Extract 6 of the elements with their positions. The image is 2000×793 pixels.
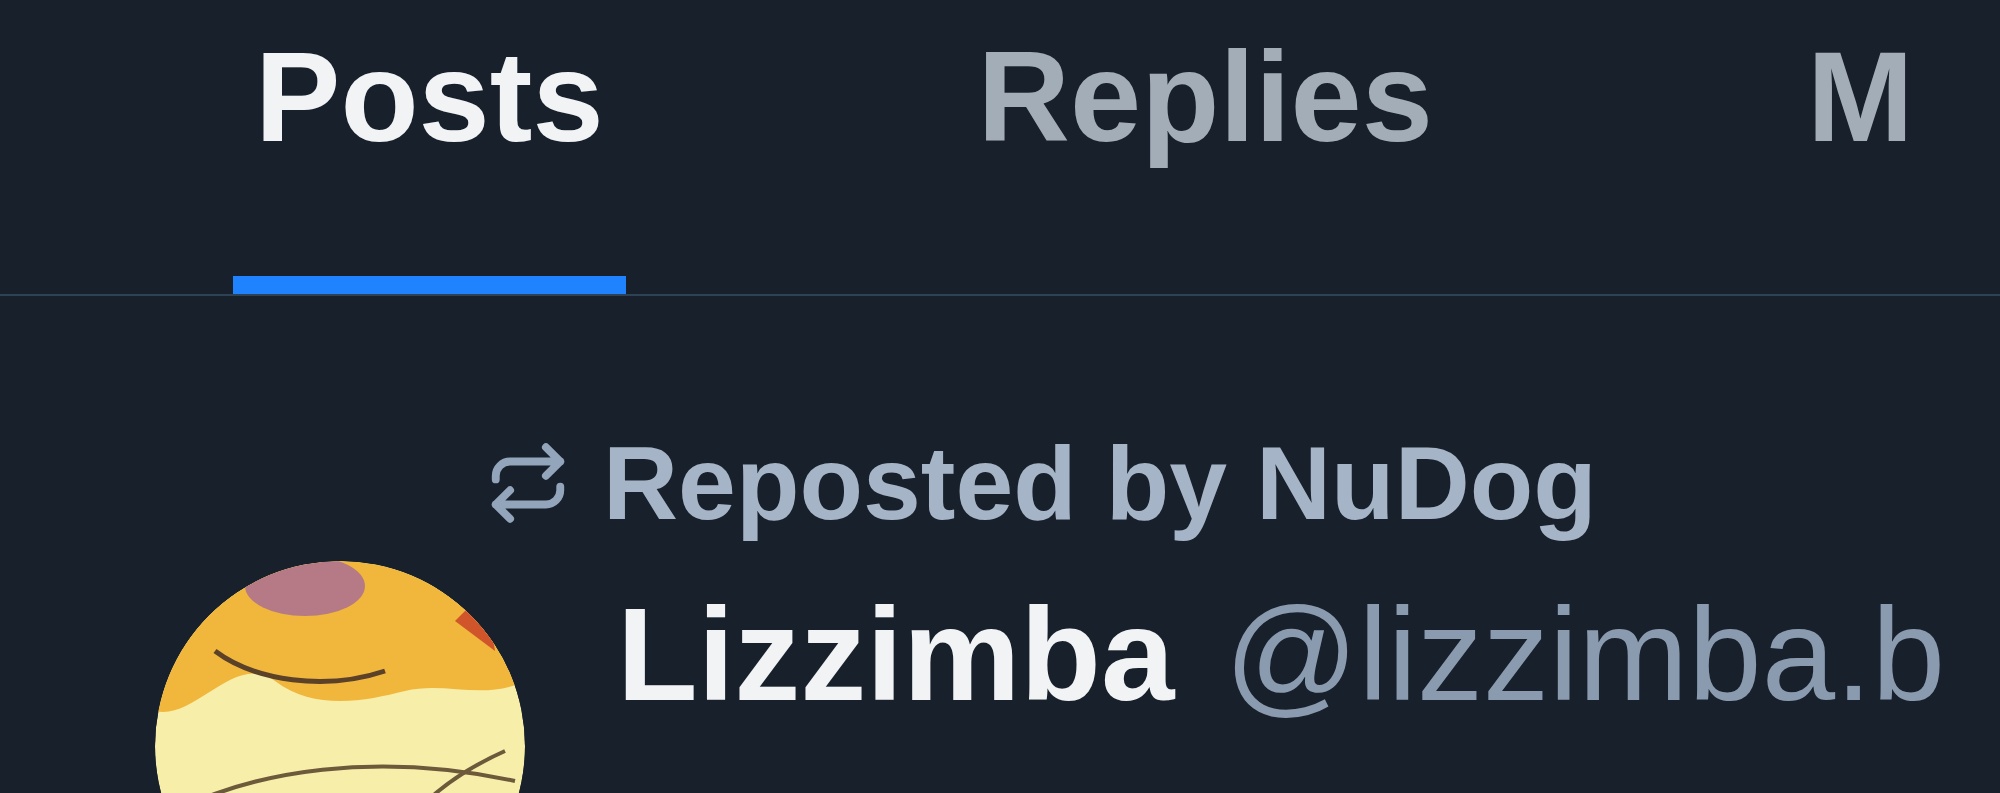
profile-tab[interactable]: Posts (233, 0, 626, 294)
author-name[interactable]: Lizzimba (617, 576, 1175, 735)
profile-tab[interactable]: Replies (955, 0, 1455, 294)
repost-label: Reposted by NuDog (603, 424, 1597, 543)
author-handle[interactable]: @lizzimba.b (1224, 576, 1946, 735)
profile-tab[interactable]: M (1784, 0, 1936, 294)
